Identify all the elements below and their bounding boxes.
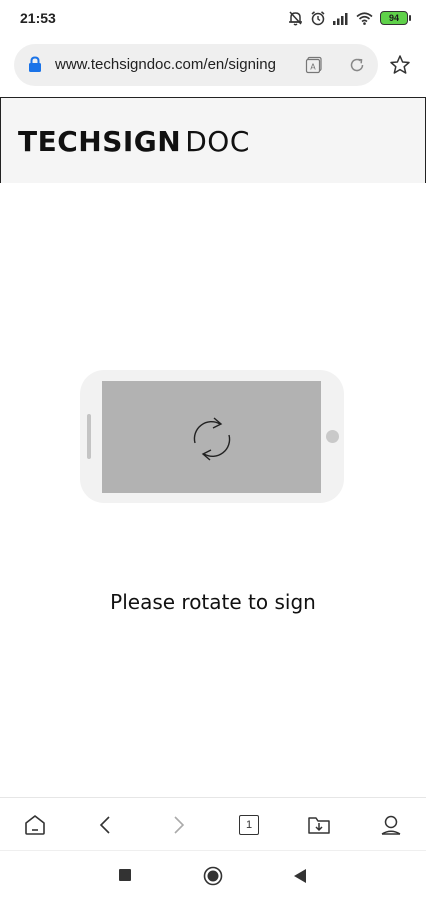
url-text[interactable]: www.techsigndoc.com/en/signing [55,56,283,73]
signal-icon [333,12,349,25]
logo-bold-text: TECHSIGN [18,125,182,158]
status-icons: 94 [288,9,411,27]
star-icon[interactable] [389,54,411,81]
reload-icon[interactable] [348,56,366,79]
back-icon[interactable] [93,812,119,838]
address-bar[interactable]: www.techsigndoc.com/en/signing A [14,44,378,86]
home-circle-icon[interactable] [203,866,223,891]
wifi-icon [356,11,373,25]
phone-speaker [87,414,91,459]
rotate-phone-illustration [80,370,344,503]
svg-text:A: A [310,63,316,72]
browser-toolbar: 1 [0,797,426,850]
logo-light-text: DOC [185,125,250,158]
lock-icon[interactable] [28,56,42,78]
site-header: TECHSIGN DOC [0,97,426,183]
tabs-icon[interactable]: 1 [236,812,262,838]
status-bar: 21:53 94 [0,0,426,36]
rotate-icon [188,413,236,470]
phone-home-button [326,430,339,443]
home-icon[interactable] [22,812,48,838]
phone-screen [102,381,321,493]
system-nav-bar [0,850,426,901]
tab-count: 1 [239,815,259,835]
recents-icon[interactable] [118,866,132,891]
downloads-icon[interactable] [306,812,332,838]
back-triangle-icon[interactable] [292,866,308,891]
rotate-message: Please rotate to sign [110,590,316,614]
site-logo[interactable]: TECHSIGN DOC [18,125,250,158]
notifications-off-icon [288,10,303,26]
profile-icon[interactable] [378,812,404,838]
battery-icon: 94 [380,11,411,25]
status-time: 21:53 [20,10,56,26]
alarm-icon [310,10,326,26]
translate-icon[interactable]: A [305,56,323,79]
forward-icon[interactable] [165,812,191,838]
